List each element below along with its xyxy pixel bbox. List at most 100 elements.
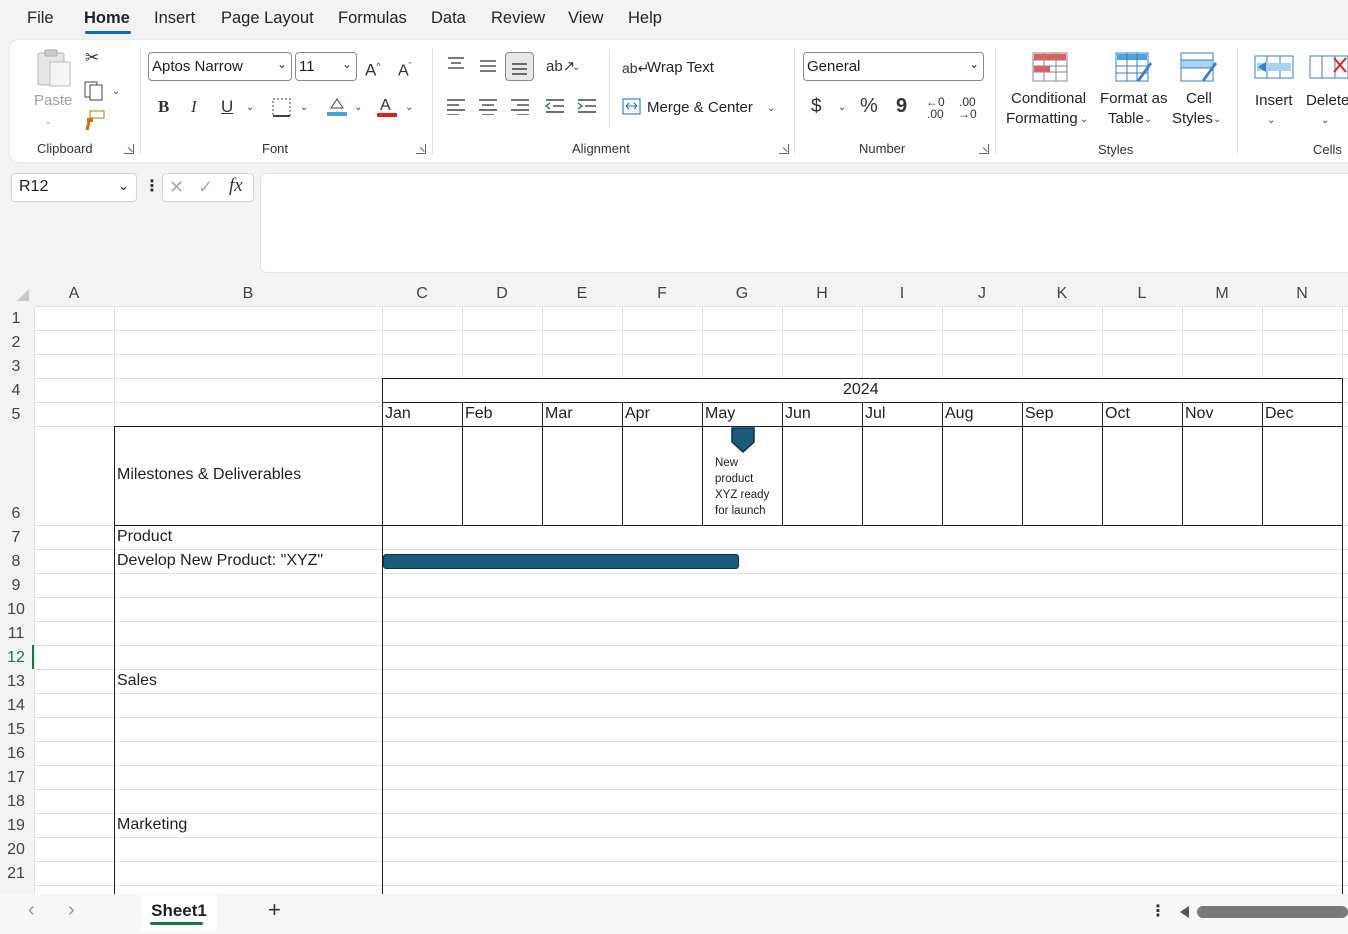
column-header-c[interactable]: C bbox=[382, 285, 462, 303]
currency-chevron-icon[interactable]: ⌄ bbox=[838, 98, 846, 118]
cut-icon[interactable]: ✂ bbox=[85, 48, 99, 68]
column-header-k[interactable]: K bbox=[1022, 285, 1102, 303]
fill-color-icon[interactable] bbox=[326, 96, 348, 118]
month-header-jan[interactable]: Jan bbox=[385, 405, 411, 423]
column-header-f[interactable]: F bbox=[622, 285, 702, 303]
year-header[interactable]: 2024 bbox=[843, 381, 879, 399]
align-middle-icon[interactable] bbox=[478, 58, 498, 76]
font-name-select[interactable]: Aptos Narrow ⌄ bbox=[148, 52, 292, 81]
orientation-chevron-icon[interactable]: ⌄ bbox=[572, 58, 580, 78]
clipboard-launcher-icon[interactable] bbox=[124, 144, 134, 154]
font-color-icon[interactable]: A bbox=[376, 95, 398, 119]
font-size-select[interactable]: 11 ⌄ bbox=[295, 52, 357, 81]
number-launcher-icon[interactable] bbox=[979, 144, 989, 154]
more-options-icon[interactable]: ⋮ bbox=[1150, 902, 1166, 922]
orientation-icon[interactable]: ab↗ bbox=[546, 57, 575, 77]
row-header-18[interactable]: 18 bbox=[0, 793, 32, 811]
decrease-indent-icon[interactable] bbox=[544, 97, 565, 115]
delete-cells-button[interactable]: Delete bbox=[1306, 92, 1348, 109]
column-header-d[interactable]: D bbox=[462, 285, 542, 303]
insert-cells-button[interactable]: Insert bbox=[1255, 92, 1293, 109]
row-header-13[interactable]: 13 bbox=[0, 673, 32, 691]
row-header-3[interactable]: 3 bbox=[0, 358, 32, 376]
menu-data[interactable]: Data bbox=[431, 9, 466, 28]
more-options-icon[interactable]: ⋮ bbox=[144, 177, 160, 197]
sheet-tab-sheet1[interactable]: Sheet1 bbox=[141, 895, 217, 931]
wrap-text-icon[interactable]: ab↵ bbox=[622, 58, 649, 78]
number-format-select[interactable]: General ⌄ bbox=[803, 52, 984, 81]
menu-view[interactable]: View bbox=[568, 9, 603, 28]
insert-cells-icon[interactable] bbox=[1254, 52, 1294, 82]
wrap-text-button[interactable]: Wrap Text bbox=[647, 59, 714, 76]
font-color-chevron-icon[interactable]: ⌄ bbox=[405, 98, 413, 118]
insert-chevron-icon[interactable]: ⌄ bbox=[1267, 111, 1275, 131]
enter-icon[interactable]: ✓ bbox=[198, 177, 213, 197]
increase-decimal-icon[interactable]: ←0.00 bbox=[926, 96, 945, 120]
paste-icon[interactable] bbox=[36, 48, 72, 88]
conditional-formatting-label-2[interactable]: Formatting bbox=[1006, 110, 1078, 127]
row-header-20[interactable]: 20 bbox=[0, 841, 32, 859]
column-header-g[interactable]: G bbox=[702, 285, 782, 303]
menu-file[interactable]: File bbox=[27, 9, 54, 28]
borders-chevron-icon[interactable]: ⌄ bbox=[300, 98, 308, 118]
row-header-12[interactable]: 12 bbox=[0, 649, 32, 667]
format-as-table-label-1[interactable]: Format as bbox=[1100, 90, 1168, 107]
scroll-tabs-right-icon[interactable]: › bbox=[68, 900, 75, 920]
row-header-7[interactable]: 7 bbox=[0, 529, 32, 547]
merge-chevron-icon[interactable]: ⌄ bbox=[767, 99, 775, 119]
cell-styles-icon[interactable] bbox=[1180, 52, 1218, 86]
column-header-i[interactable]: I bbox=[862, 285, 942, 303]
month-header-dec[interactable]: Dec bbox=[1265, 405, 1293, 423]
milestone-label[interactable]: New product XYZ ready for launch bbox=[715, 455, 785, 519]
decrease-font-icon[interactable]: Aˇ bbox=[398, 56, 412, 81]
menu-formulas[interactable]: Formulas bbox=[338, 9, 407, 28]
font-launcher-icon[interactable] bbox=[416, 144, 426, 154]
delete-chevron-icon[interactable]: ⌄ bbox=[1321, 111, 1329, 131]
column-header-m[interactable]: M bbox=[1182, 285, 1262, 303]
month-header-aug[interactable]: Aug bbox=[945, 405, 973, 423]
underline-button[interactable]: U bbox=[221, 97, 233, 117]
row-header-9[interactable]: 9 bbox=[0, 577, 32, 595]
month-header-jul[interactable]: Jul bbox=[865, 405, 885, 423]
cell-b6[interactable]: Milestones & Deliverables bbox=[117, 466, 301, 484]
month-header-sep[interactable]: Sep bbox=[1025, 405, 1053, 423]
conditional-chevron-icon[interactable]: ⌄ bbox=[1080, 110, 1088, 130]
currency-button[interactable]: $ bbox=[811, 97, 822, 117]
percent-button[interactable]: % bbox=[860, 96, 878, 116]
select-all-icon[interactable] bbox=[17, 289, 29, 301]
cancel-icon[interactable]: ✕ bbox=[169, 177, 184, 197]
column-header-b[interactable]: B bbox=[114, 285, 382, 303]
scroll-tabs-left-icon[interactable]: ‹ bbox=[28, 900, 35, 920]
row-header-10[interactable]: 10 bbox=[0, 601, 32, 619]
row-header-11[interactable]: 11 bbox=[0, 625, 32, 643]
align-right-icon[interactable] bbox=[510, 97, 530, 116]
cell-styles-chevron-icon[interactable]: ⌄ bbox=[1213, 110, 1221, 130]
alignment-launcher-icon[interactable] bbox=[779, 144, 789, 154]
paste-label[interactable]: Paste bbox=[34, 92, 72, 109]
row-header-5[interactable]: 5 bbox=[0, 406, 32, 424]
row-header-14[interactable]: 14 bbox=[0, 697, 32, 715]
cell-b8[interactable]: Develop New Product: "XYZ" bbox=[117, 552, 323, 570]
copy-icon[interactable] bbox=[84, 79, 106, 101]
comma-style-button[interactable]: 9 bbox=[896, 96, 907, 116]
align-top-icon[interactable] bbox=[446, 56, 466, 74]
month-header-may[interactable]: May bbox=[705, 405, 735, 423]
decrease-decimal-icon[interactable]: .00 →0 bbox=[958, 96, 977, 120]
fill-color-chevron-icon[interactable]: ⌄ bbox=[354, 98, 362, 118]
format-as-table-label-2[interactable]: Table bbox=[1108, 110, 1144, 127]
row-header-19[interactable]: 19 bbox=[0, 817, 32, 835]
format-as-table-icon[interactable] bbox=[1115, 52, 1153, 86]
cell-b13[interactable]: Sales bbox=[117, 672, 157, 690]
increase-indent-icon[interactable] bbox=[577, 97, 597, 115]
column-header-e[interactable]: E bbox=[542, 285, 622, 303]
underline-chevron-icon[interactable]: ⌄ bbox=[246, 98, 254, 118]
increase-font-icon[interactable]: A^ bbox=[365, 56, 381, 81]
conditional-formatting-label-1[interactable]: Conditional bbox=[1011, 90, 1086, 107]
delete-cells-icon[interactable] bbox=[1309, 52, 1348, 82]
month-header-mar[interactable]: Mar bbox=[545, 405, 573, 423]
task-bar[interactable] bbox=[383, 554, 739, 569]
horizontal-scrollbar-thumb[interactable] bbox=[1197, 906, 1348, 918]
cell-b7[interactable]: Product bbox=[117, 528, 172, 546]
month-header-jun[interactable]: Jun bbox=[785, 405, 811, 423]
formula-input[interactable] bbox=[260, 173, 1348, 273]
